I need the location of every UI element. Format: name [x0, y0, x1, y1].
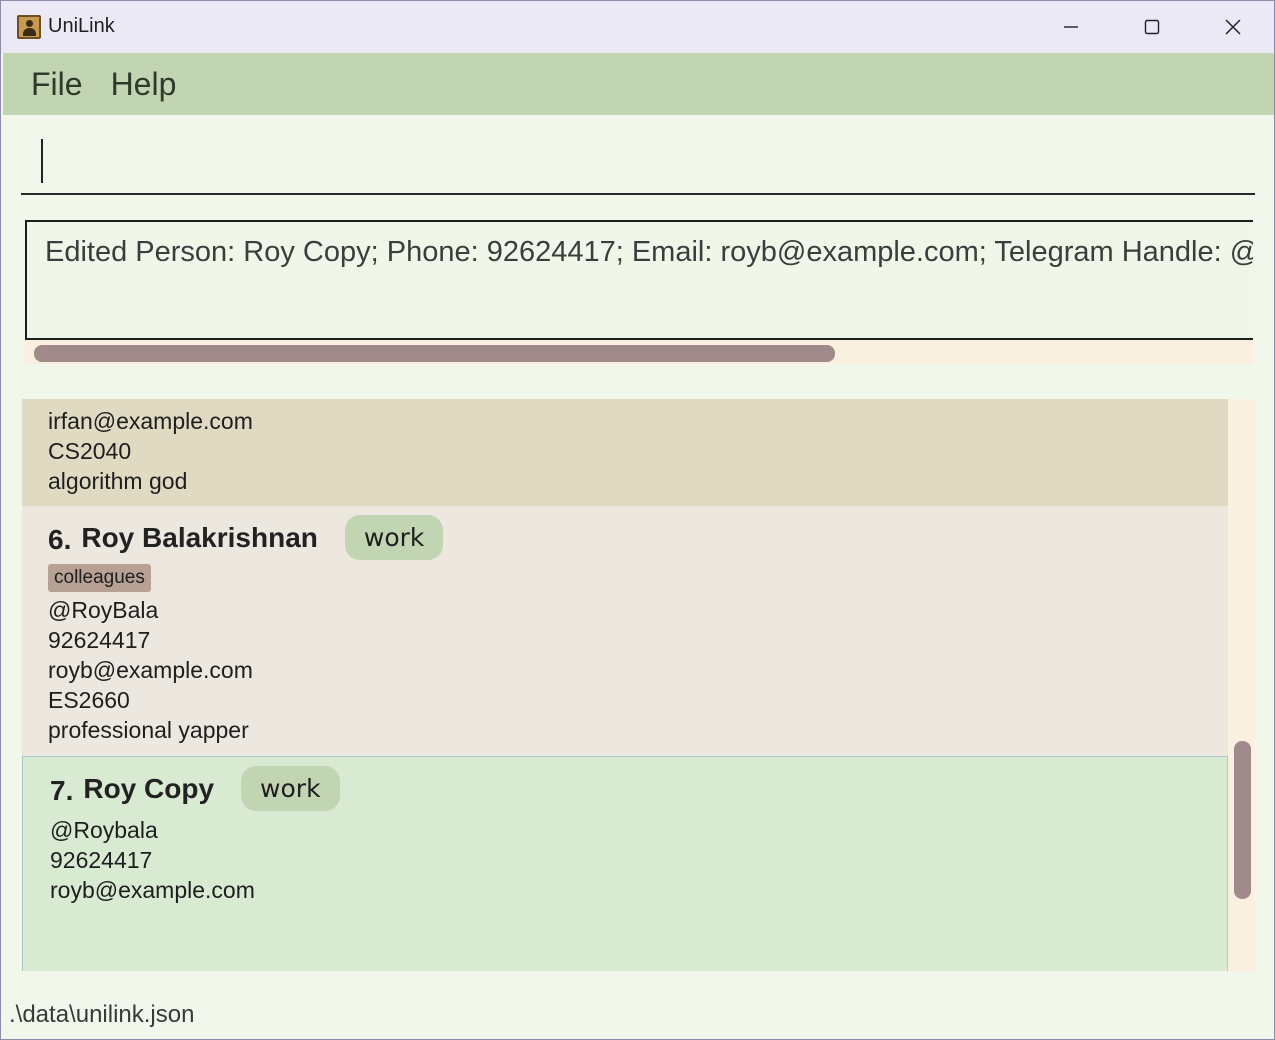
person-email: royb@example.com: [48, 657, 253, 683]
person-header: 6. Roy Balakrishnan work: [48, 515, 444, 560]
menu-file[interactable]: File: [31, 66, 83, 103]
window-title: UniLink: [48, 15, 115, 37]
result-display-container: Edited Person: Roy Copy; Phone: 92624417…: [25, 220, 1253, 364]
text-caret: [41, 139, 43, 183]
maximize-icon: [1144, 19, 1160, 35]
command-input[interactable]: [21, 125, 1255, 195]
maximize-button[interactable]: [1112, 1, 1192, 53]
person-name: Roy Copy: [83, 772, 215, 804]
person-phone: 92624417: [50, 847, 153, 873]
status-bar-path: .\data\unilink.json: [9, 1001, 195, 1028]
menu-bar: File Help: [3, 53, 1274, 115]
person-remark: algorithm god: [48, 468, 188, 494]
person-phone: 92624417: [48, 627, 151, 653]
person-email: irfan@example.com: [48, 408, 253, 434]
app-logo-icon: [17, 15, 41, 39]
list-vertical-scrollbar[interactable]: [1234, 741, 1251, 899]
person-index: 7.: [50, 774, 74, 806]
person-telegram: @RoyBala: [48, 597, 159, 623]
person-list[interactable]: irfan@example.com CS2040 algorithm god 6…: [21, 399, 1255, 971]
menu-help[interactable]: Help: [111, 66, 177, 103]
result-horizontal-scrollbar[interactable]: [34, 345, 835, 362]
person-card[interactable]: 6. Roy Balakrishnan work colleagues @Roy…: [22, 506, 1228, 756]
person-telegram: @Roybala: [50, 817, 158, 843]
person-name: Roy Balakrishnan: [81, 521, 318, 553]
person-index: 6.: [48, 523, 72, 555]
category-tag: work: [241, 766, 340, 811]
person-module: CS2040: [48, 438, 132, 464]
title-bar: UniLink: [1, 1, 1274, 53]
minimize-button[interactable]: [1031, 1, 1111, 53]
person-email: royb@example.com: [50, 877, 255, 903]
group-tag: colleagues: [48, 564, 151, 592]
category-tag: work: [344, 515, 444, 560]
result-display[interactable]: Edited Person: Roy Copy; Phone: 92624417…: [25, 220, 1253, 340]
minimize-icon: [1064, 26, 1078, 28]
person-header: 7. Roy Copy work: [50, 766, 340, 811]
person-module: ES2660: [48, 687, 130, 713]
person-card[interactable]: irfan@example.com CS2040 algorithm god: [22, 399, 1228, 506]
person-remark: professional yapper: [48, 717, 249, 743]
app-window: UniLink File Help Edited Person: Roy Cop…: [0, 0, 1275, 1040]
close-icon: [1225, 19, 1241, 35]
result-message: Edited Person: Roy Copy; Phone: 92624417…: [45, 236, 1253, 268]
close-button[interactable]: [1193, 1, 1273, 53]
person-card-selected[interactable]: 7. Roy Copy work @Roybala 92624417 royb@…: [22, 756, 1228, 971]
